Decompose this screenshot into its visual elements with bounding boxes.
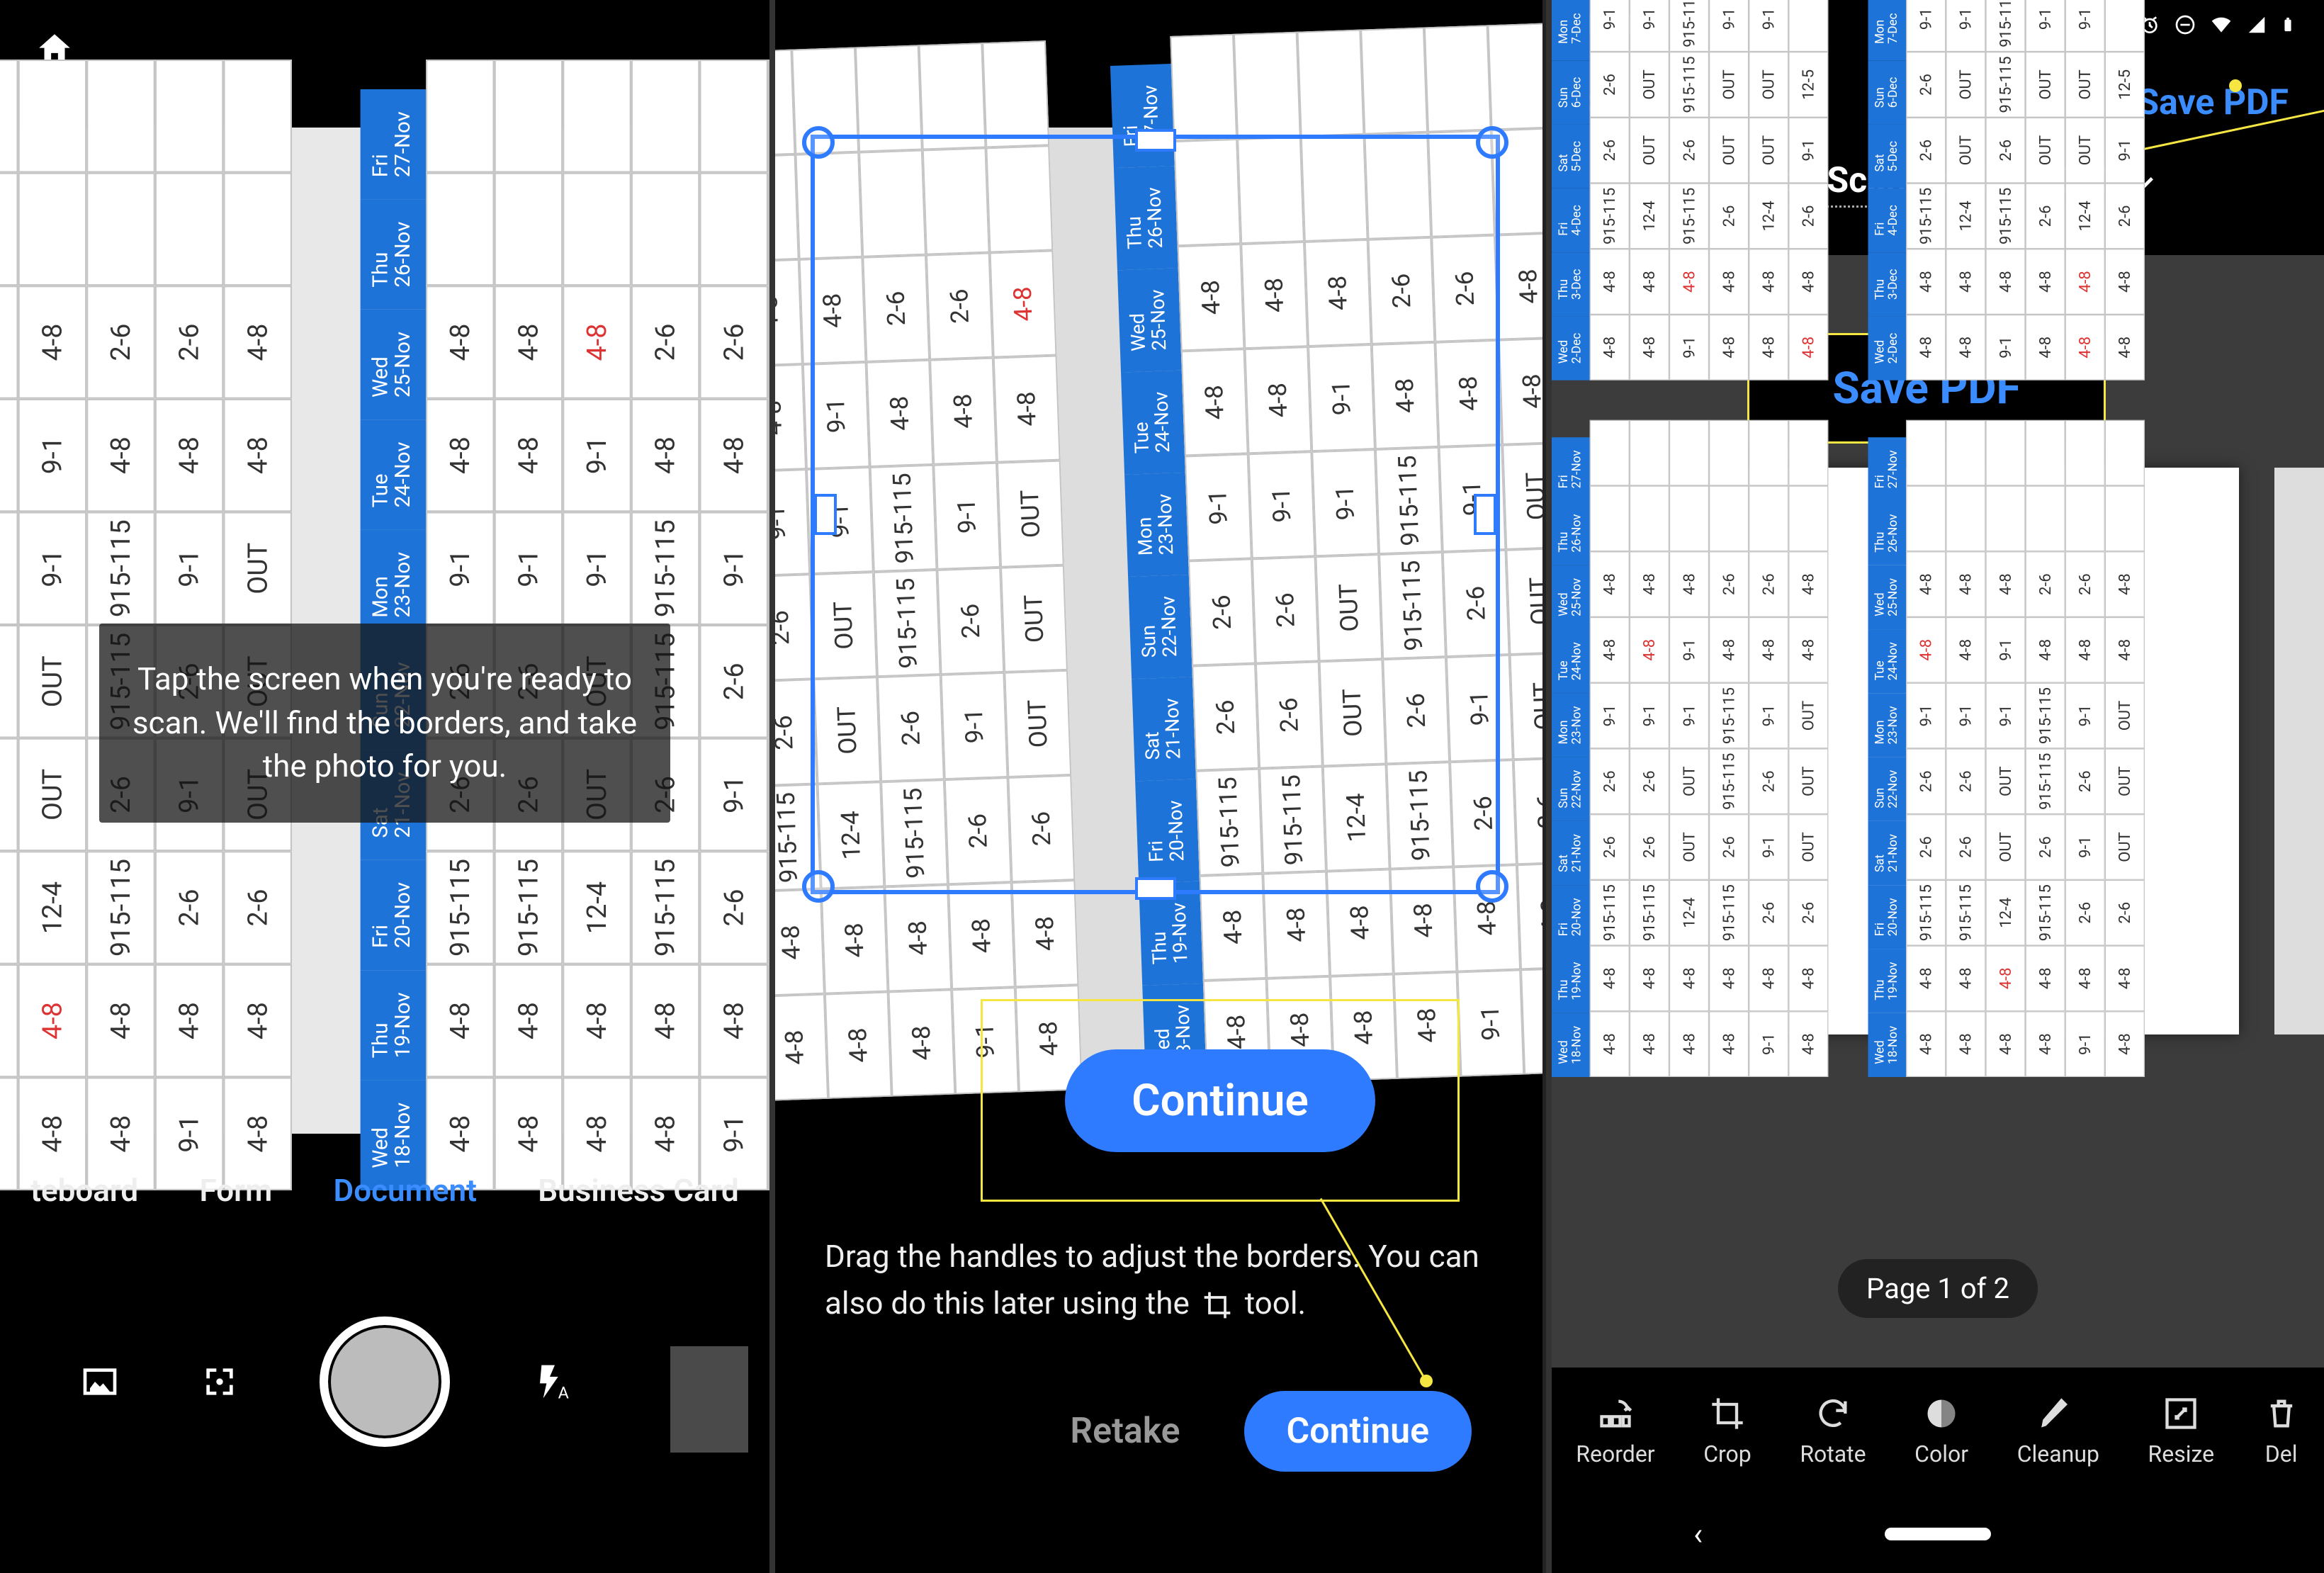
retake-button[interactable]: Retake bbox=[1070, 1411, 1180, 1452]
scan-type-tabs: teboard Form Document Business Card bbox=[0, 1148, 769, 1233]
crop-photo-area[interactable]: Wed18-NovThu19-NovFri20-NovSat21-NovSun2… bbox=[796, 128, 1521, 1063]
shutter-button[interactable] bbox=[320, 1317, 450, 1447]
tool-reorder[interactable]: Reorder bbox=[1576, 1395, 1654, 1467]
wifi-icon bbox=[2209, 13, 2233, 36]
edit-toolbar: Reorder Crop Rotate Color Cleanup Resize… bbox=[1552, 1368, 2324, 1495]
signal-icon bbox=[2246, 14, 2267, 35]
review-body: Save PDF Wed18-NovThu19-NovFri20-NovSat2… bbox=[1552, 255, 2324, 1368]
scan-preview-page[interactable]: Wed18-NovThu19-NovFri20-NovSat21-NovSun2… bbox=[1637, 468, 2239, 1034]
nav-back-icon[interactable]: ‹ bbox=[1693, 1516, 1703, 1552]
gallery-icon[interactable] bbox=[80, 1362, 120, 1402]
save-pdf-link[interactable]: Save PDF bbox=[2137, 82, 2289, 123]
tool-crop[interactable]: Crop bbox=[1703, 1395, 1752, 1467]
svg-text:A: A bbox=[558, 1382, 569, 1402]
camera-viewport[interactable]: Wed18-NovThu19-NovFri20-NovSat21-NovSun2… bbox=[0, 128, 769, 1134]
screen-adjust-borders: Wed18-NovThu19-NovFri20-NovSat21-NovSun2… bbox=[775, 0, 1542, 1573]
tool-cleanup[interactable]: Cleanup bbox=[2017, 1395, 2099, 1467]
nav-home-pill[interactable] bbox=[1885, 1528, 1991, 1540]
flash-icon[interactable]: A bbox=[530, 1362, 570, 1402]
screen-capture: Wed18-NovThu19-NovFri20-NovSat21-NovSun2… bbox=[0, 0, 769, 1573]
dnd-icon bbox=[2174, 13, 2196, 36]
tool-rotate[interactable]: Rotate bbox=[1800, 1395, 1866, 1467]
tool-color[interactable]: Color bbox=[1914, 1395, 1968, 1467]
callout-leader-dot-2 bbox=[2229, 79, 2242, 92]
adjust-hint-text: Drag the handles to adjust the borders. … bbox=[825, 1233, 1493, 1326]
tool-delete[interactable]: Del bbox=[2263, 1395, 2300, 1467]
camera-controls: A bbox=[0, 1304, 769, 1460]
tab-whiteboard[interactable]: teboard bbox=[21, 1172, 148, 1209]
continue-button[interactable]: Continue bbox=[1244, 1391, 1472, 1472]
auto-capture-icon[interactable] bbox=[200, 1362, 239, 1402]
scan-tip-overlay: Tap the screen when you're ready to scan… bbox=[99, 624, 670, 823]
tab-document[interactable]: Document bbox=[324, 1172, 487, 1209]
screen-save-pdf: 12:48 ✕ Save PDF Adobe Scan Oct 22, 2020… bbox=[1552, 0, 2324, 1573]
android-nav-bar: ‹ bbox=[1552, 1495, 2324, 1573]
battery-icon bbox=[2280, 13, 2296, 36]
tool-resize[interactable]: Resize bbox=[2148, 1395, 2215, 1467]
retake-continue-row: Retake Continue bbox=[775, 1382, 1542, 1481]
crop-icon bbox=[1202, 1290, 1233, 1321]
page-indicator: Page 1 of 2 bbox=[1838, 1259, 2038, 1318]
next-page-peek[interactable] bbox=[2274, 468, 2324, 1034]
last-scan-thumbnail[interactable] bbox=[670, 1346, 748, 1453]
tab-form[interactable]: Form bbox=[189, 1172, 282, 1209]
tab-business-card[interactable]: Business Card bbox=[528, 1172, 749, 1209]
crop-rectangle[interactable] bbox=[811, 135, 1500, 894]
